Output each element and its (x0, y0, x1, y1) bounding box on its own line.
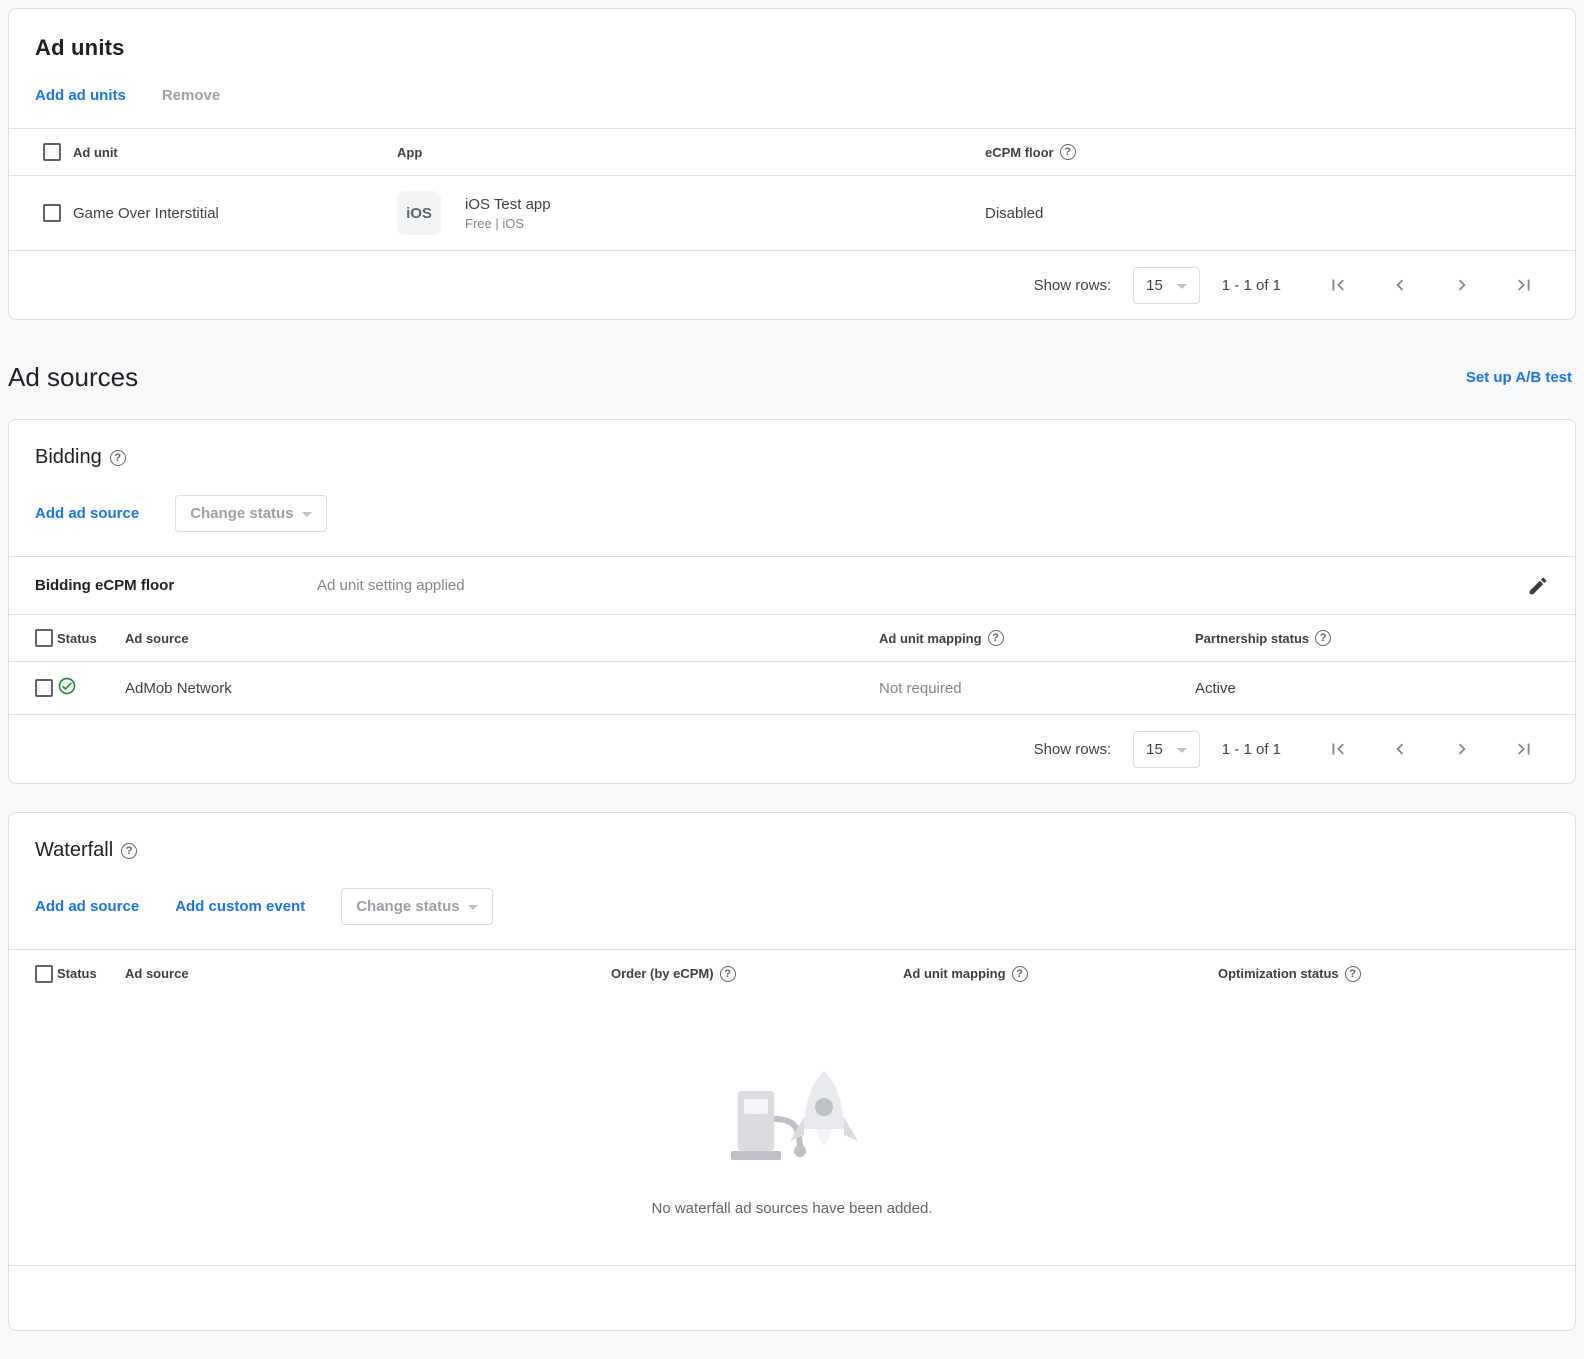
column-ad-source: Ad source (125, 966, 611, 981)
table-row[interactable]: AdMob Network Not required Active (9, 662, 1575, 715)
ad-source-name: AdMob Network (125, 680, 879, 697)
pager-range: 1 - 1 of 1 (1222, 741, 1281, 758)
waterfall-help-icon[interactable]: ? (121, 843, 137, 859)
remove-ad-units-link[interactable]: Remove (162, 87, 220, 104)
ad-units-select-all-checkbox[interactable] (43, 143, 61, 161)
prev-page-icon[interactable] (1389, 738, 1411, 760)
last-page-icon[interactable] (1513, 738, 1535, 760)
column-optimization-status: Optimization status (1218, 966, 1339, 981)
app-name: iOS Test app (465, 196, 551, 213)
bidding-title: Bidding (35, 446, 102, 469)
bidding-ecpm-floor-value: Ad unit setting applied (317, 577, 1527, 594)
bidding-select-all-checkbox[interactable] (35, 629, 53, 647)
ad-units-card: Ad units Add ad units Remove Ad unit App… (8, 8, 1576, 320)
set-up-ab-test-link[interactable]: Set up A/B test (1466, 369, 1572, 386)
add-custom-event-link[interactable]: Add custom event (175, 898, 305, 915)
ad-unit-row-checkbox[interactable] (43, 204, 61, 222)
bidding-table-header: Status Ad source Ad unit mapping ? Partn… (9, 614, 1575, 662)
first-page-icon[interactable] (1327, 274, 1349, 296)
chevron-down-icon (1177, 748, 1187, 753)
bidding-card: Bidding ? Add ad source Change status Bi… (8, 419, 1576, 784)
column-ad-unit: Ad unit (73, 145, 397, 160)
optimization-status-help-icon[interactable]: ? (1345, 966, 1361, 982)
rows-per-page-select[interactable]: 15 (1133, 731, 1200, 768)
chevron-down-icon (302, 512, 312, 517)
bidding-row-checkbox[interactable] (35, 679, 53, 697)
waterfall-select-all-checkbox[interactable] (35, 965, 53, 983)
waterfall-title: Waterfall (35, 839, 113, 862)
last-page-icon[interactable] (1513, 274, 1535, 296)
first-page-icon[interactable] (1327, 738, 1349, 760)
ad-unit-name: Game Over Interstitial (73, 205, 397, 222)
ad-unit-mapping-help-icon[interactable]: ? (988, 630, 1004, 646)
partnership-status-help-icon[interactable]: ? (1315, 630, 1331, 646)
pencil-icon (1527, 575, 1549, 597)
ad-unit-mapping-help-icon[interactable]: ? (1012, 966, 1028, 982)
waterfall-table-header: Status Ad source Order (by eCPM) ? Ad un… (9, 949, 1575, 997)
show-rows-label: Show rows: (1034, 277, 1112, 294)
waterfall-card: Waterfall ? Add ad source Add custom eve… (8, 812, 1576, 1331)
waterfall-empty-text: No waterfall ad sources have been added. (9, 1200, 1575, 1217)
bidding-ecpm-floor-label: Bidding eCPM floor (35, 577, 317, 594)
column-ad-unit-mapping: Ad unit mapping (879, 631, 982, 646)
app-meta: Free | iOS (465, 216, 551, 231)
app-icon: iOS (397, 191, 441, 235)
column-status: Status (57, 966, 125, 981)
next-page-icon[interactable] (1451, 738, 1473, 760)
column-ad-source: Ad source (125, 631, 879, 646)
order-by-ecpm-help-icon[interactable]: ? (720, 966, 736, 982)
rocket-fuel-illustration (712, 1057, 872, 1173)
ad-unit-mapping-value: Not required (879, 680, 1195, 697)
ad-sources-title: Ad sources (8, 362, 138, 393)
ecpm-floor-help-icon[interactable]: ? (1060, 144, 1076, 160)
bidding-pagination: Show rows: 15 1 - 1 of 1 (9, 715, 1575, 783)
waterfall-add-ad-source-link[interactable]: Add ad source (35, 898, 139, 915)
bidding-change-status-button[interactable]: Change status (175, 495, 326, 532)
page: Ad units Add ad units Remove Ad unit App… (0, 0, 1584, 1331)
edit-floor-button[interactable] (1527, 575, 1549, 597)
status-active-icon (57, 676, 77, 696)
bidding-add-ad-source-link[interactable]: Add ad source (35, 505, 139, 522)
column-app: App (397, 145, 985, 160)
column-partnership-status: Partnership status (1195, 631, 1309, 646)
ecpm-floor-value: Disabled (985, 205, 1575, 222)
partnership-status-value: Active (1195, 680, 1575, 697)
ad-units-title: Ad units (35, 35, 1549, 61)
waterfall-change-status-button[interactable]: Change status (341, 888, 492, 925)
ad-units-pagination: Show rows: 15 1 - 1 of 1 (9, 251, 1575, 319)
column-ad-unit-mapping: Ad unit mapping (903, 966, 1006, 981)
column-order-by-ecpm: Order (by eCPM) (611, 966, 714, 981)
bidding-ecpm-floor-row: Bidding eCPM floor Ad unit setting appli… (9, 556, 1575, 614)
waterfall-footer-spacer (9, 1266, 1575, 1330)
pager-range: 1 - 1 of 1 (1222, 277, 1281, 294)
prev-page-icon[interactable] (1389, 274, 1411, 296)
chevron-down-icon (1177, 284, 1187, 289)
column-status: Status (57, 631, 125, 646)
add-ad-units-link[interactable]: Add ad units (35, 87, 126, 104)
column-ecpm-floor: eCPM floor (985, 145, 1054, 160)
ad-units-table-header: Ad unit App eCPM floor ? (9, 128, 1575, 176)
chevron-down-icon (468, 905, 478, 910)
waterfall-empty-state: No waterfall ad sources have been added. (9, 997, 1575, 1266)
ad-sources-section-header: Ad sources Set up A/B test (8, 348, 1576, 419)
next-page-icon[interactable] (1451, 274, 1473, 296)
table-row[interactable]: Game Over Interstitial iOS iOS Test app … (9, 176, 1575, 251)
bidding-help-icon[interactable]: ? (110, 450, 126, 466)
rows-per-page-select[interactable]: 15 (1133, 267, 1200, 304)
show-rows-label: Show rows: (1034, 741, 1112, 758)
